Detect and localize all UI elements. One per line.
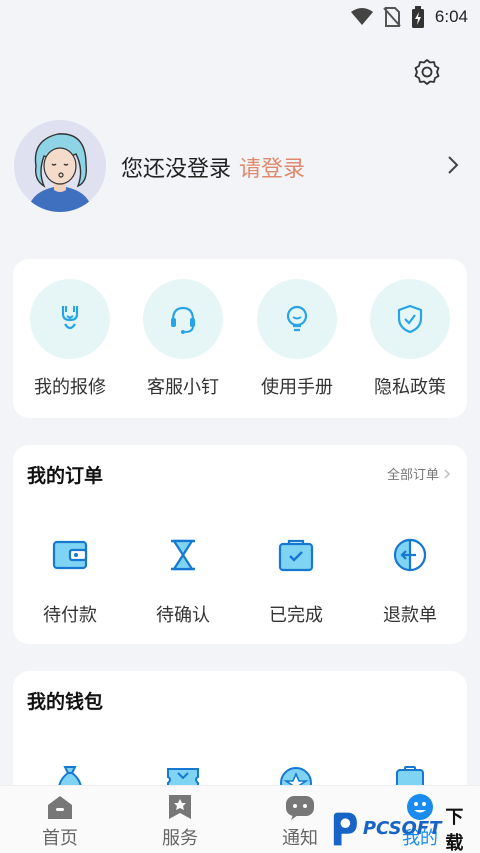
tab-home[interactable]: 首页 xyxy=(20,792,100,850)
avatar[interactable] xyxy=(14,120,106,212)
no-sim-icon xyxy=(383,7,401,27)
tab-label: 服务 xyxy=(162,828,198,849)
clock: 6:04 xyxy=(434,7,468,26)
order-label: 待确认 xyxy=(156,605,210,626)
wallet-icon xyxy=(52,540,88,570)
wallet-title: 我的钱包 xyxy=(27,691,104,713)
not-logged-text: 您还没登录 xyxy=(121,157,232,182)
status-bar: 6:04 xyxy=(0,0,480,34)
quick-action-label: 我的报修 xyxy=(34,377,106,398)
order-label: 待付款 xyxy=(43,605,97,626)
tab-label: 首页 xyxy=(42,828,78,849)
quick-action-repair[interactable]: 我的报修 xyxy=(28,279,112,399)
quick-action-privacy[interactable]: 隐私政策 xyxy=(368,279,452,399)
order-label: 已完成 xyxy=(269,605,323,626)
all-orders-label: 全部订单 xyxy=(386,468,439,483)
quick-action-label: 使用手册 xyxy=(261,377,333,398)
order-label: 退款单 xyxy=(383,605,437,626)
wifi-icon xyxy=(350,8,373,25)
service-icon xyxy=(169,795,191,819)
order-pending-confirm[interactable]: 待确认 xyxy=(138,535,228,627)
quick-action-label: 客服小钉 xyxy=(147,377,219,398)
login-prompt[interactable]: 您还没登录 请登录 xyxy=(121,151,305,183)
all-orders-link[interactable]: 全部订单 xyxy=(387,464,451,483)
quick-action-label: 隐私政策 xyxy=(374,377,446,398)
order-refund[interactable]: 退款单 xyxy=(365,535,455,627)
watermark-brand: PCSOFT xyxy=(362,818,442,839)
repair-icon xyxy=(61,306,79,330)
lightbulb-icon xyxy=(286,305,308,332)
refund-icon xyxy=(393,538,427,572)
battery-icon xyxy=(411,6,424,28)
quick-action-manual[interactable]: 使用手册 xyxy=(255,279,339,399)
orders-title: 我的订单 xyxy=(27,465,104,487)
home-icon xyxy=(48,796,72,819)
settings-button[interactable] xyxy=(413,58,441,86)
headset-icon xyxy=(171,306,195,334)
watermark-suffix: 下载 xyxy=(445,806,464,853)
login-link[interactable]: 请登录 xyxy=(239,157,305,182)
check-bag-icon xyxy=(278,539,314,572)
shield-icon xyxy=(397,304,423,334)
orders-card: 我的订单 全部订单 待付款 待确认 已完成 退款单 xyxy=(13,445,467,644)
profile-section[interactable]: 您还没登录 请登录 xyxy=(0,118,480,214)
chat-icon xyxy=(286,796,314,820)
hourglass-icon xyxy=(171,539,195,571)
order-completed[interactable]: 已完成 xyxy=(251,535,341,627)
quick-action-support[interactable]: 客服小钉 xyxy=(141,279,225,399)
chevron-right-icon[interactable] xyxy=(443,153,463,177)
tab-service[interactable]: 服务 xyxy=(140,792,220,850)
chevron-right-icon xyxy=(444,468,451,479)
tab-notifications[interactable]: 通知 xyxy=(260,792,340,850)
tab-label: 通知 xyxy=(282,828,318,849)
watermark-logo: PCSOFT 下载 xyxy=(330,806,480,853)
quick-actions-card: 我的报修 客服小钉 使用手册 隐私政策 xyxy=(13,259,467,418)
gear-icon xyxy=(414,59,440,85)
pcsoft-logo-icon xyxy=(333,812,357,845)
order-pending-payment[interactable]: 待付款 xyxy=(25,535,115,627)
